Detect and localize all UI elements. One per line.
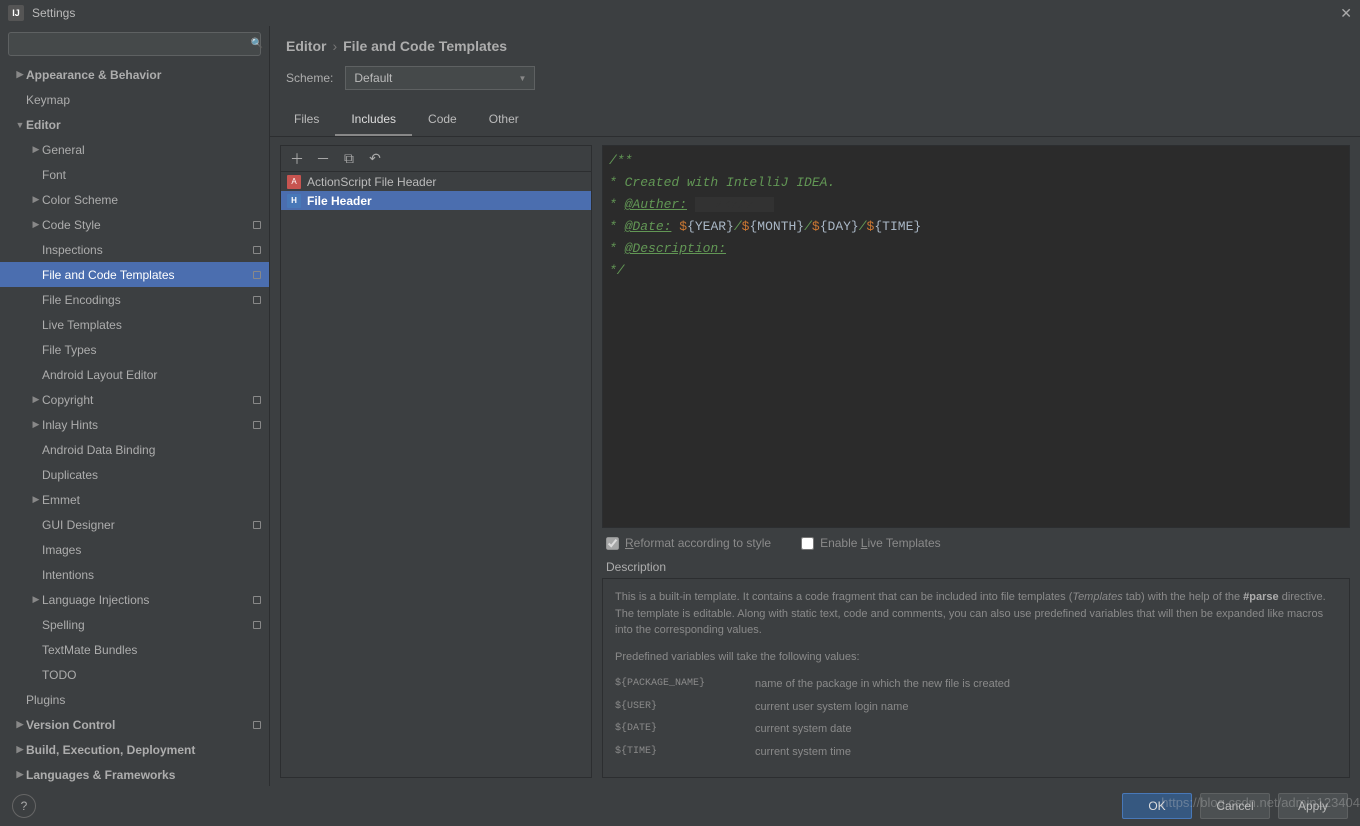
sidebar-item[interactable]: Keymap [0, 87, 269, 112]
remove-button[interactable]: － [311, 148, 335, 170]
tab-code[interactable]: Code [412, 104, 473, 136]
sidebar-item[interactable]: ▶Appearance & Behavior [0, 62, 269, 87]
sidebar-item[interactable]: ▼Editor [0, 112, 269, 137]
sidebar: ▶Appearance & BehaviorKeymap▼Editor▶Gene… [0, 26, 270, 786]
breadcrumb: Editor›File and Code Templates [270, 26, 1360, 62]
tab-includes[interactable]: Includes [335, 104, 412, 136]
sidebar-item[interactable]: File Types [0, 337, 269, 362]
apply-button[interactable]: Apply [1278, 793, 1348, 819]
template-list: AActionScript File HeaderHFile Header [280, 171, 592, 778]
sidebar-item[interactable]: Intentions [0, 562, 269, 587]
sidebar-item[interactable]: TextMate Bundles [0, 637, 269, 662]
help-button[interactable]: ? [12, 794, 36, 818]
sidebar-item[interactable]: TODO [0, 662, 269, 687]
live-templates-checkbox[interactable]: Enable Live Templates [801, 536, 941, 550]
search-input[interactable] [8, 32, 261, 56]
sidebar-item[interactable]: Font [0, 162, 269, 187]
sidebar-item[interactable]: ▶Inlay Hints [0, 412, 269, 437]
tab-other[interactable]: Other [473, 104, 535, 136]
close-icon[interactable]: ✕ [1340, 5, 1352, 22]
sidebar-item[interactable]: ▶General [0, 137, 269, 162]
chevron-down-icon: ▼ [518, 74, 526, 83]
scheme-label: Scheme: [286, 71, 333, 85]
sidebar-item[interactable]: ▶Copyright [0, 387, 269, 412]
sidebar-item[interactable]: Android Data Binding [0, 437, 269, 462]
reformat-checkbox[interactable]: Reformat according to style [606, 536, 771, 550]
sidebar-item[interactable]: Android Layout Editor [0, 362, 269, 387]
sidebar-item[interactable]: Live Templates [0, 312, 269, 337]
sidebar-item[interactable]: ▶Version Control [0, 712, 269, 737]
ok-button[interactable]: OK [1122, 793, 1192, 819]
sidebar-item[interactable]: File Encodings [0, 287, 269, 312]
sidebar-item[interactable]: Duplicates [0, 462, 269, 487]
list-toolbar: ＋ － ⧉ ↶ [280, 145, 592, 171]
sidebar-item[interactable]: ▶Languages & Frameworks [0, 762, 269, 786]
file-icon: H [287, 194, 301, 208]
tabs: FilesIncludesCodeOther [270, 104, 1360, 137]
description-panel: This is a built-in template. It contains… [602, 578, 1350, 778]
sidebar-item[interactable]: ▶Language Injections [0, 587, 269, 612]
titlebar: IJ Settings ✕ [0, 0, 1360, 26]
copy-button[interactable]: ⧉ [337, 148, 361, 170]
settings-tree: ▶Appearance & BehaviorKeymap▼Editor▶Gene… [0, 62, 269, 786]
revert-button[interactable]: ↶ [363, 148, 387, 170]
file-icon: A [287, 175, 301, 189]
description-label: Description [602, 558, 1350, 578]
sidebar-item[interactable]: ▶Color Scheme [0, 187, 269, 212]
code-editor[interactable]: /** * Created with IntelliJ IDEA. * @Aut… [602, 145, 1350, 528]
tab-files[interactable]: Files [278, 104, 335, 136]
window-title: Settings [32, 6, 75, 20]
add-button[interactable]: ＋ [285, 148, 309, 170]
scheme-select[interactable]: Default▼ [345, 66, 535, 90]
list-item[interactable]: HFile Header [281, 191, 591, 210]
list-item[interactable]: AActionScript File Header [281, 172, 591, 191]
sidebar-item[interactable]: ▶Emmet [0, 487, 269, 512]
sidebar-item[interactable]: File and Code Templates [0, 262, 269, 287]
sidebar-item[interactable]: ▶Build, Execution, Deployment [0, 737, 269, 762]
sidebar-item[interactable]: Plugins [0, 687, 269, 712]
app-logo-icon: IJ [8, 5, 24, 21]
sidebar-item[interactable]: ▶Code Style [0, 212, 269, 237]
cancel-button[interactable]: Cancel [1200, 793, 1270, 819]
sidebar-item[interactable]: Inspections [0, 237, 269, 262]
sidebar-item[interactable]: GUI Designer [0, 512, 269, 537]
sidebar-item[interactable]: Spelling [0, 612, 269, 637]
sidebar-item[interactable]: Images [0, 537, 269, 562]
